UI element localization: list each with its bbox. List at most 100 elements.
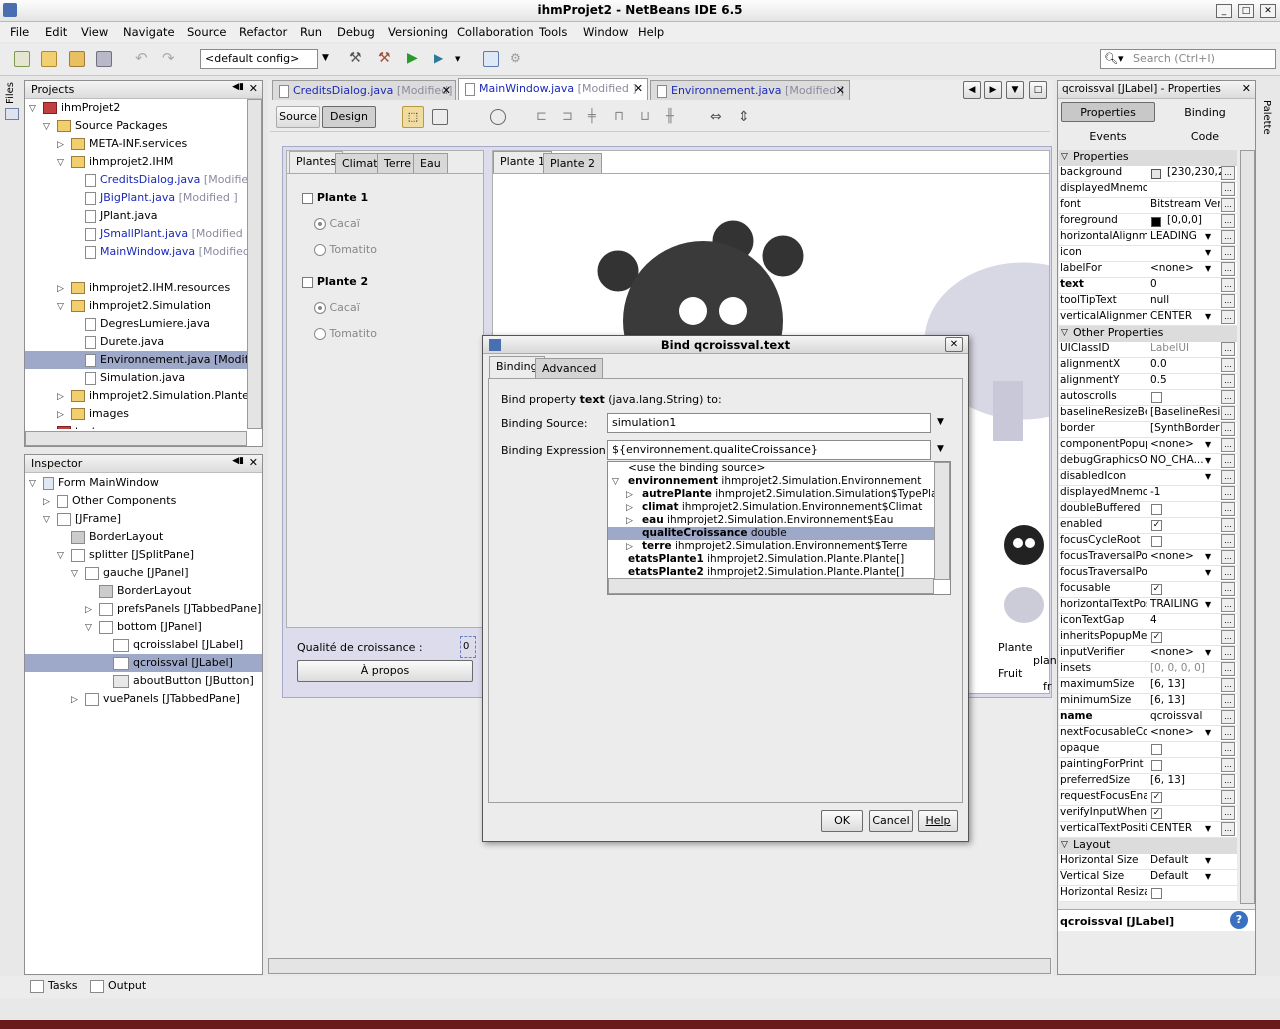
- property-value[interactable]: [6, 13]: [1150, 678, 1220, 690]
- custom-editor-button[interactable]: ...: [1221, 486, 1235, 500]
- property-value[interactable]: [6, 13]: [1150, 694, 1220, 706]
- profile-icon[interactable]: [483, 51, 499, 67]
- tree-hscroll[interactable]: [608, 578, 934, 594]
- custom-editor-button[interactable]: ...: [1221, 166, 1235, 180]
- custom-editor-button[interactable]: ...: [1221, 454, 1235, 468]
- property-row[interactable]: minimumSize [6, 13]...: [1059, 694, 1237, 710]
- custom-editor-button[interactable]: ...: [1221, 182, 1235, 196]
- property-value[interactable]: 4: [1150, 614, 1220, 626]
- search-input[interactable]: Search (Ctrl+I): [1100, 49, 1276, 69]
- new-project-icon[interactable]: [41, 51, 57, 67]
- custom-editor-button[interactable]: ...: [1221, 358, 1235, 372]
- property-row[interactable]: enabled ✓...: [1059, 518, 1237, 534]
- ok-button[interactable]: OK: [821, 810, 863, 832]
- tree-node[interactable]: Source Packages: [57, 117, 168, 135]
- property-row[interactable]: focusCycleRoot...: [1059, 534, 1237, 550]
- palette-side-tab[interactable]: Palette: [1258, 80, 1278, 140]
- property-value[interactable]: Bitstream Ver: [1150, 198, 1220, 210]
- tree-node[interactable]: vuePanels [JTabbedPane]: [85, 690, 240, 708]
- custom-editor-button[interactable]: ...: [1221, 246, 1235, 260]
- dropdown-icon[interactable]: ▼: [1205, 728, 1211, 737]
- tree-node[interactable]: prefsPanels [JTabbedPane]: [99, 600, 261, 618]
- property-value[interactable]: -1: [1150, 486, 1220, 498]
- tree-node[interactable]: CreditsDialog.java [Modified: [85, 171, 247, 189]
- tree-item[interactable]: eau ihmprojet2.Simulation.Environnement$…: [642, 514, 893, 527]
- tree-node[interactable]: ihmprojet2.Simulation: [71, 297, 211, 315]
- dropdown-icon[interactable]: ▼: [1205, 568, 1211, 577]
- custom-editor-button[interactable]: ...: [1221, 598, 1235, 612]
- editor-hscroll[interactable]: [268, 958, 1051, 974]
- projects-hscroll[interactable]: [25, 431, 247, 446]
- property-row[interactable]: displayedMnemor...: [1059, 182, 1237, 198]
- tree-node[interactable]: ihmProjet2: [43, 99, 120, 117]
- property-value[interactable]: [0, 0, 0, 0]: [1150, 662, 1220, 674]
- custom-editor-button[interactable]: ...: [1221, 678, 1235, 692]
- align-right-icon[interactable]: ⊐: [562, 109, 578, 125]
- property-row[interactable]: UIClassID LabelUI...: [1059, 342, 1237, 358]
- property-row[interactable]: focusable ✓...: [1059, 582, 1237, 598]
- projects-vscroll[interactable]: [247, 99, 262, 429]
- custom-editor-button[interactable]: ...: [1221, 774, 1235, 788]
- binding-expression-combo[interactable]: ${environnement.qualiteCroissance}: [607, 440, 931, 460]
- tree-node[interactable]: aboutButton [JButton]: [113, 672, 254, 690]
- property-row[interactable]: horizontalAlignme LEADING ▼...: [1059, 230, 1237, 246]
- custom-editor-button[interactable]: ...: [1221, 342, 1235, 356]
- tomatito-radio-1[interactable]: Tomatito: [314, 243, 377, 256]
- tree-item[interactable]: <use the binding source>: [628, 462, 765, 475]
- property-row[interactable]: iconTextGap 4...: [1059, 614, 1237, 630]
- custom-editor-button[interactable]: ...: [1221, 806, 1235, 820]
- redo-icon[interactable]: ↷: [162, 51, 178, 67]
- tree-node[interactable]: JBigPlant.java [Modified ]: [85, 189, 238, 207]
- center-vertical-icon[interactable]: ╫: [666, 109, 682, 125]
- property-section-0[interactable]: Properties: [1059, 150, 1237, 166]
- menu-source[interactable]: Source: [187, 25, 227, 39]
- custom-editor-button[interactable]: ...: [1221, 518, 1235, 532]
- binding-source-combo[interactable]: simulation1: [607, 413, 931, 433]
- scroll-tabs-right-button[interactable]: ▶: [984, 81, 1002, 99]
- custom-editor-button[interactable]: ...: [1221, 438, 1235, 452]
- dropdown-icon[interactable]: ▼: [1205, 552, 1211, 561]
- custom-editor-button[interactable]: ...: [1221, 374, 1235, 388]
- minimize-panel-icon[interactable]: ◀▮: [232, 456, 244, 466]
- menu-tools[interactable]: Tools: [539, 25, 567, 39]
- collapse-icon[interactable]: ▽: [1061, 152, 1068, 162]
- property-row[interactable]: baselineResizeBeh[BaselineResizeBe...: [1059, 406, 1237, 422]
- tree-node[interactable]: JSmallPlant.java [Modified ]: [85, 225, 247, 243]
- menu-edit[interactable]: Edit: [45, 25, 67, 39]
- run-icon[interactable]: ▶: [407, 51, 423, 67]
- tree-item[interactable]: environnement ihmprojet2.Simulation.Envi…: [628, 475, 921, 488]
- tree-node[interactable]: images: [71, 405, 129, 423]
- property-row[interactable]: inputVerifier <none> ▼...: [1059, 646, 1237, 662]
- tomatito-radio-2[interactable]: Tomatito: [314, 327, 377, 340]
- checkbox[interactable]: [1151, 888, 1162, 899]
- menu-versioning[interactable]: Versioning: [388, 25, 448, 39]
- property-value[interactable]: 0: [1150, 278, 1220, 290]
- menu-navigate[interactable]: Navigate: [123, 25, 175, 39]
- dropdown-icon[interactable]: ▼: [1205, 872, 1211, 881]
- property-row[interactable]: paintingForPrint...: [1059, 758, 1237, 774]
- property-row[interactable]: focusTraversalPoli <none> ▼...: [1059, 550, 1237, 566]
- cancel-button[interactable]: Cancel: [869, 810, 913, 832]
- tab-eau[interactable]: Eau: [413, 153, 448, 173]
- custom-editor-button[interactable]: ...: [1221, 710, 1235, 724]
- tree-node[interactable]: bottom [JPanel]: [99, 618, 202, 636]
- config-select[interactable]: <default config>: [200, 49, 318, 69]
- connection-mode-icon[interactable]: [432, 109, 448, 125]
- property-value[interactable]: 0.5: [1150, 374, 1220, 386]
- close-panel-icon[interactable]: ✕: [249, 456, 258, 469]
- dropdown-icon[interactable]: ▼: [1205, 472, 1211, 481]
- property-value[interactable]: null: [1150, 294, 1220, 306]
- collapse-icon[interactable]: ▽: [1061, 840, 1068, 850]
- custom-editor-button[interactable]: ...: [1221, 790, 1235, 804]
- close-tab-icon[interactable]: ✕: [442, 84, 451, 97]
- menu-help[interactable]: Help: [638, 25, 664, 39]
- property-section-2[interactable]: Layout: [1059, 838, 1237, 854]
- qcroissval[interactable]: 0: [460, 636, 476, 658]
- tree-item[interactable]: climat ihmprojet2.Simulation.Environneme…: [642, 501, 922, 514]
- editor-tab[interactable]: CreditsDialog.java [Modified] ✕: [272, 80, 456, 100]
- property-row[interactable]: opaque...: [1059, 742, 1237, 758]
- custom-editor-button[interactable]: ...: [1221, 726, 1235, 740]
- expression-dropdown-icon[interactable]: ▼: [937, 444, 944, 454]
- tree-node[interactable]: BorderLayout: [99, 582, 191, 600]
- checkbox[interactable]: ✓: [1151, 632, 1162, 643]
